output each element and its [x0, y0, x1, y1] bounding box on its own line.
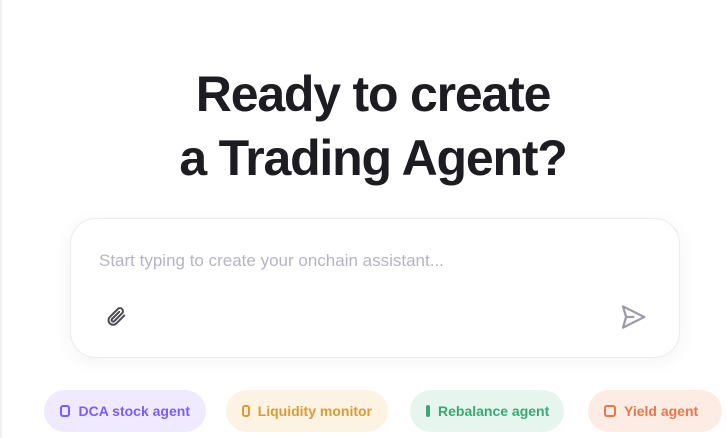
chip-rebalance-agent[interactable]: Rebalance agent: [410, 390, 564, 432]
refresh-icon: [426, 405, 430, 417]
chip-label: DCA stock agent: [78, 403, 190, 419]
chip-label: Rebalance agent: [438, 403, 550, 419]
send-button[interactable]: [615, 299, 651, 335]
hero-title-line-2: a Trading Agent?: [179, 130, 567, 186]
bot-icon: [60, 405, 71, 417]
chip-liquidity-monitor[interactable]: Liquidity monitor: [226, 390, 388, 432]
chip-label: Yield agent: [624, 403, 699, 419]
prompt-input[interactable]: [99, 245, 619, 277]
hero-title-line-1: Ready to create: [195, 66, 552, 122]
send-icon: [621, 305, 646, 329]
chart-icon: [242, 405, 250, 417]
prompt-box: [70, 218, 680, 358]
hero-title: Ready to create a Trading Agent?: [0, 62, 726, 190]
attach-button[interactable]: [101, 301, 131, 331]
coins-icon: [604, 405, 616, 417]
suggestion-chips: DCA stock agent Liquidity monitor Rebala…: [0, 390, 726, 434]
paperclip-icon: [107, 307, 126, 326]
chip-dca-stock-agent[interactable]: DCA stock agent: [44, 390, 206, 432]
chip-label: Liquidity monitor: [257, 403, 372, 419]
chip-yield-agent[interactable]: Yield agent: [588, 390, 722, 432]
